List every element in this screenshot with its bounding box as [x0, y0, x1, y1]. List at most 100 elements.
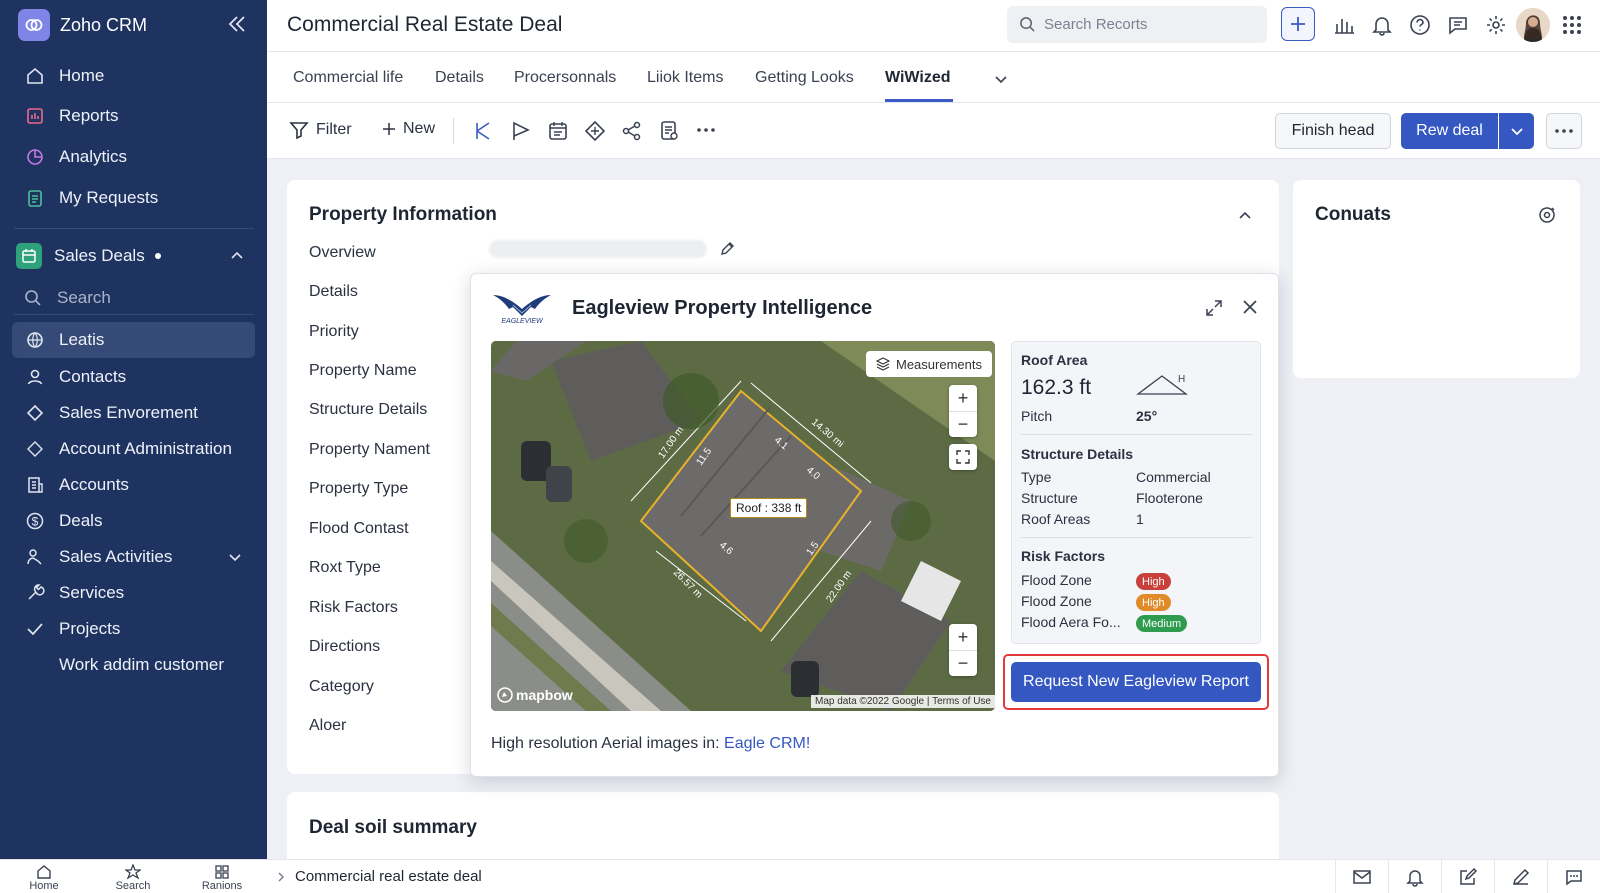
bell-icon[interactable] [1388, 860, 1441, 893]
bracket-tool-icon[interactable] [473, 120, 495, 142]
risk-label: Flood Zone [1021, 572, 1092, 588]
sidebar-item-work-addim-customer[interactable]: Work addim customer [12, 647, 255, 683]
pencil-icon[interactable] [719, 241, 735, 257]
building-icon [24, 474, 46, 496]
roof-areas-label: Roof Areas [1021, 511, 1091, 527]
share-icon[interactable] [621, 120, 643, 142]
aerial-map[interactable]: 14.30 mi 17.00 m 11.5 4.1 4.0 4.6 1.5 22… [491, 341, 995, 711]
sidebar-item-label: Projects [59, 619, 121, 638]
tab-wiwized[interactable]: WiWized [885, 69, 950, 87]
bottom-nav-ranions[interactable]: Ranions [182, 864, 262, 892]
gear-icon[interactable] [1485, 14, 1507, 36]
calendar-list-icon[interactable] [547, 120, 569, 142]
filter-label: Filter [316, 121, 352, 138]
sidebar-item-contacts[interactable]: Contacts [12, 359, 255, 395]
eagle-crm-link[interactable]: Eagle CRM! [724, 735, 810, 752]
mail-icon[interactable] [1335, 860, 1388, 893]
tab-details[interactable]: Details [435, 69, 484, 87]
new-button[interactable]: New [382, 120, 435, 138]
close-icon[interactable] [1241, 298, 1259, 316]
footer-text: High resolution Aerial images in: [491, 735, 725, 752]
bottom-nav-label: Home [29, 880, 59, 892]
chevron-up-icon[interactable] [229, 248, 245, 264]
zoom-in-button[interactable]: + [949, 624, 977, 650]
analytics-chart-icon[interactable] [1333, 14, 1355, 36]
bottom-nav-search[interactable]: Search [93, 864, 173, 892]
zoom-out-button[interactable]: − [949, 650, 977, 676]
sidebar-item-leatis[interactable]: Leatis [12, 322, 255, 358]
plus-icon [383, 123, 395, 135]
risk-label: Flood Aera Fo... [1021, 614, 1121, 630]
expand-icon[interactable] [1204, 298, 1224, 318]
chat-icon[interactable] [1447, 14, 1469, 36]
sidebar-item-home[interactable]: Home [12, 58, 255, 94]
document-icon[interactable] [658, 120, 680, 142]
chat-bubble-icon[interactable] [1547, 860, 1600, 893]
modal-title: Eagleview Property Intelligence [572, 297, 873, 319]
divider [1021, 537, 1253, 538]
map-attribution[interactable]: Map data ©2022 Google | Terms of Use [811, 695, 995, 708]
sidebar-item-my-requests[interactable]: My Requests [12, 180, 255, 216]
roof-area-label: Roof Area [1021, 352, 1088, 368]
sidebar-item-reports[interactable]: Reports [12, 98, 255, 134]
more-icon[interactable] [695, 125, 717, 135]
tab-liiok-items[interactable]: Liiok Items [647, 69, 723, 87]
rew-deal-dropdown[interactable] [1499, 113, 1534, 149]
create-button[interactable] [1281, 7, 1315, 41]
fullscreen-icon [949, 444, 977, 470]
chevron-up-icon[interactable] [1237, 208, 1253, 224]
measurements-toggle[interactable]: Measurements [866, 351, 992, 377]
app-grid-icon[interactable] [1561, 14, 1583, 36]
sidebar-item-account-administration[interactable]: Account Administration [12, 431, 255, 467]
refresh-settings-icon[interactable] [1537, 205, 1557, 225]
sidebar-item-label: My Requests [59, 188, 159, 207]
more-actions-button[interactable] [1546, 113, 1582, 149]
tab-commercial-life[interactable]: Commercial life [293, 69, 403, 87]
collapse-sidebar-icon[interactable] [226, 13, 248, 35]
bell-icon[interactable] [1371, 14, 1393, 36]
more-tabs-chevron-icon[interactable] [993, 71, 1009, 87]
help-icon[interactable] [1409, 14, 1431, 36]
pen-icon[interactable] [1494, 860, 1547, 893]
zoom-in-button[interactable]: + [949, 385, 977, 411]
bottom-nav: Home Search Ranions [0, 859, 267, 893]
chevron-down-icon[interactable] [227, 549, 243, 565]
brand[interactable]: Zoho CRM [18, 9, 147, 41]
rew-deal-button[interactable]: Rew deal [1401, 113, 1498, 149]
layers-icon [876, 357, 890, 371]
zoom-out-button[interactable]: − [949, 411, 977, 437]
sidebar-item-projects[interactable]: Projects [12, 611, 255, 647]
tab-getting-looks[interactable]: Getting Looks [755, 69, 854, 87]
search-input[interactable]: Search Recorts [1007, 6, 1267, 43]
compose-icon[interactable] [1441, 860, 1494, 893]
breadcrumb[interactable]: Commercial real estate deal [295, 868, 482, 885]
structure-value: Flooterone [1136, 490, 1203, 506]
fullscreen-button[interactable] [949, 444, 977, 470]
sidebar-section-sales-deals[interactable]: Sales Deals [14, 238, 257, 274]
bottom-nav-home[interactable]: Home [4, 864, 84, 892]
sidebar: Zoho CRM Home Reports Analytics My Reque… [0, 0, 267, 859]
sidebar-item-analytics[interactable]: Analytics [12, 139, 255, 175]
workflow-icon[interactable] [584, 120, 606, 142]
roof-label: Roof : 338 ft [730, 498, 808, 518]
request-report-button[interactable]: Request New Eagleview Report [1011, 662, 1261, 702]
chevron-right-icon[interactable] [275, 871, 287, 883]
sidebar-item-accounts[interactable]: Accounts [12, 467, 255, 503]
sidebar-item-sales-activities[interactable]: Sales Activities [12, 539, 255, 575]
flag-icon[interactable] [510, 120, 532, 142]
avatar[interactable] [1516, 8, 1550, 42]
search-icon [1020, 17, 1035, 32]
field-flood-contast: Flood Contast [309, 520, 409, 537]
card-title: Deal soil summary [309, 817, 477, 838]
filter-button[interactable]: Filter [289, 120, 352, 140]
field-overview: Overview [309, 244, 376, 261]
sidebar-item-label: Account Administration [59, 439, 232, 458]
finish-head-button[interactable]: Finish head [1275, 113, 1391, 149]
sidebar-item-deals[interactable]: $ Deals [12, 503, 255, 539]
sidebar-item-services[interactable]: Services [12, 575, 255, 611]
tab-procersonnals[interactable]: Procersonnals [514, 69, 616, 87]
sidebar-search[interactable]: Search [12, 280, 255, 316]
search-icon [22, 287, 44, 309]
diamond-icon [24, 402, 46, 424]
sidebar-item-sales-envorement[interactable]: Sales Envorement [12, 395, 255, 431]
